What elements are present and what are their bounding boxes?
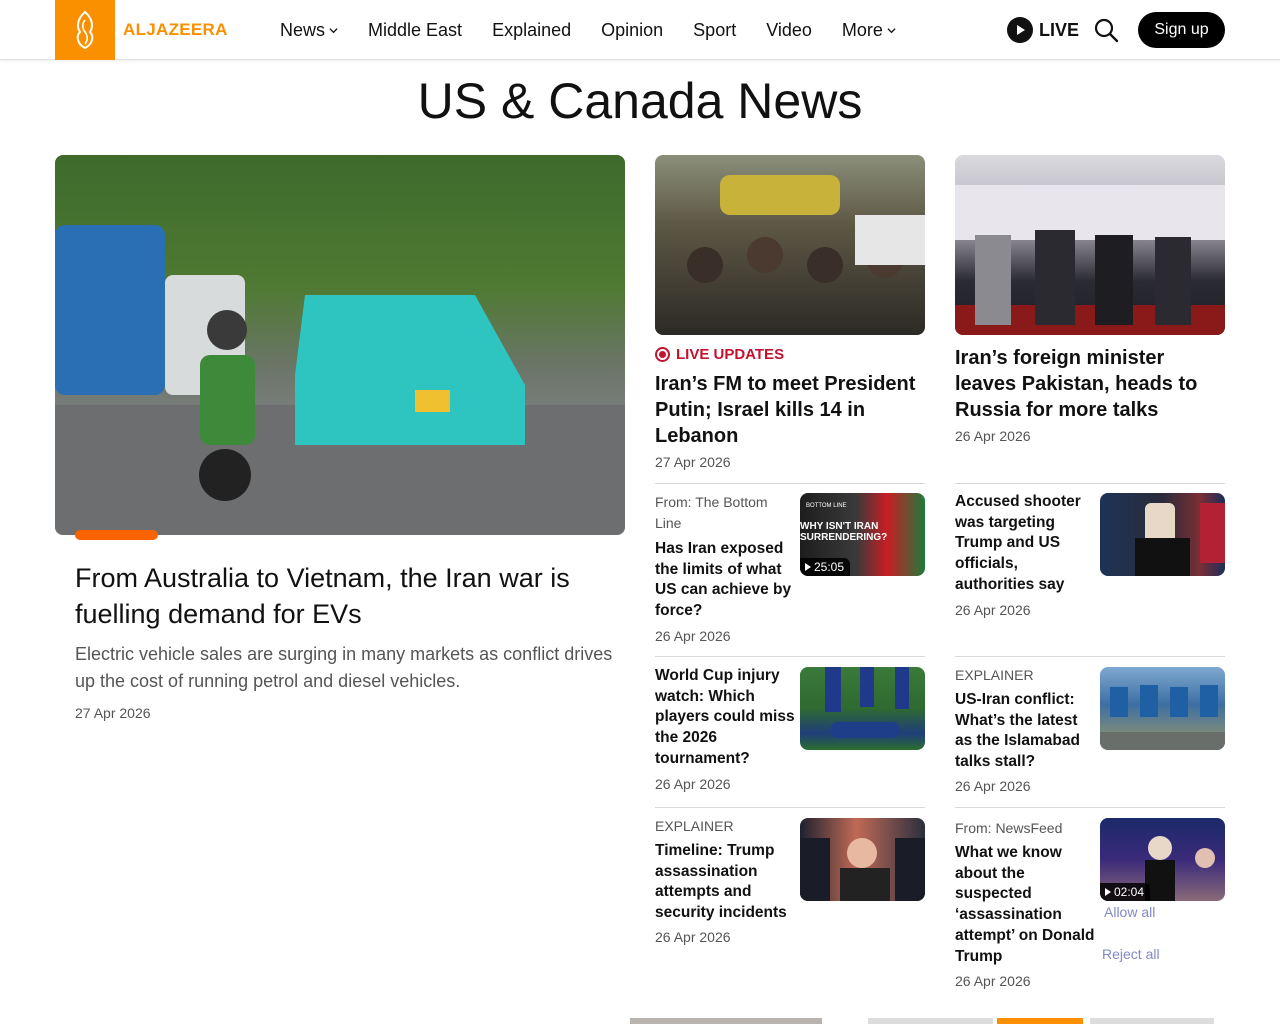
chevron-down-icon: [887, 27, 896, 33]
thumb-illustration: [825, 667, 909, 738]
nav-item-label: Middle East: [368, 19, 463, 40]
video-duration: 02:04: [1114, 885, 1145, 899]
card-image-iran-fm[interactable]: [655, 155, 925, 335]
card-title[interactable]: Timeline: Trump assassination attempts a…: [655, 841, 795, 924]
next-section-image: [630, 1018, 822, 1024]
card-title[interactable]: World Cup injury watch: Which players co…: [655, 666, 795, 770]
nav-item-opinion[interactable]: Opinion: [601, 20, 663, 41]
card-kicker: EXPLAINER: [955, 667, 1034, 683]
divider: [655, 483, 925, 484]
divider: [955, 656, 1225, 657]
card-illustration: [955, 185, 1225, 335]
search-icon[interactable]: [1093, 17, 1119, 43]
nav-item-explained[interactable]: Explained: [492, 20, 571, 41]
cookie-allow-all-button[interactable]: Allow all: [1104, 904, 1155, 920]
main-nav: News Middle East Explained Opinion Sport…: [280, 0, 926, 60]
logo-mark-icon: [55, 0, 115, 60]
nav-item-label: News: [280, 19, 326, 40]
nav-item-sport[interactable]: Sport: [693, 20, 736, 41]
card-date: 26 Apr 2026: [655, 929, 731, 945]
hero-accent-bar: [75, 530, 158, 540]
divider: [655, 807, 925, 808]
nav-item-label: More: [841, 19, 883, 40]
video-duration-badge: 02:04: [1100, 883, 1151, 901]
live-dot-icon: [655, 347, 670, 362]
nav-item-label: Opinion: [601, 19, 664, 40]
signup-button[interactable]: Sign up: [1138, 12, 1225, 48]
play-icon: [805, 563, 811, 571]
card-kicker: EXPLAINER: [655, 818, 734, 834]
card-date: 26 Apr 2026: [955, 602, 1031, 618]
nav-item-label: Sport: [693, 19, 737, 40]
divider: [655, 656, 925, 657]
thumb-text: WHY ISN'T IRAN SURRENDERING?: [800, 521, 888, 543]
thumb-illustration: [800, 838, 925, 901]
live-updates-tag: LIVE UPDATES: [655, 346, 784, 363]
card-title[interactable]: Iran’s foreign minister leaves Pakistan,…: [955, 345, 1225, 423]
card-illustration: [687, 175, 925, 283]
hero-image[interactable]: [55, 155, 625, 535]
site-logo[interactable]: ALJAZEERA: [55, 0, 228, 60]
play-icon: [1007, 17, 1033, 43]
video-duration: 25:05: [814, 560, 845, 574]
card-thumbnail[interactable]: [1100, 667, 1225, 750]
chevron-down-icon: [329, 27, 338, 33]
nav-item-label: Video: [766, 19, 812, 40]
nav-item-video[interactable]: Video: [766, 20, 812, 41]
video-thumbnail[interactable]: BOTTOM LINE WHY ISN'T IRAN SURRENDERING?…: [800, 493, 925, 576]
video-duration-badge: 25:05: [800, 558, 851, 576]
card-title[interactable]: What we know about the suspected ‘assass…: [955, 843, 1095, 967]
page-title: US & Canada News: [417, 73, 863, 129]
next-section-image: [868, 1018, 993, 1024]
site-header: ALJAZEERA News Middle East Explained Opi…: [0, 0, 1280, 60]
card-thumbnail[interactable]: [800, 667, 925, 750]
card-kicker[interactable]: From: The Bottom Line: [655, 492, 795, 534]
hero-date: 27 Apr 2026: [75, 705, 151, 721]
card-kicker[interactable]: From: NewsFeed: [955, 818, 1095, 839]
card-title[interactable]: Accused shooter was targeting Trump and …: [955, 492, 1090, 596]
next-section-image: [1090, 1018, 1214, 1024]
video-thumbnail[interactable]: 02:04: [1100, 818, 1225, 901]
card-date: 26 Apr 2026: [955, 778, 1031, 794]
next-section-accent: [997, 1018, 1083, 1024]
hero-title[interactable]: From Australia to Vietnam, the Iran war …: [75, 560, 615, 632]
hero-description: Electric vehicle sales are surging in ma…: [75, 644, 613, 691]
card-title[interactable]: Has Iran exposed the limits of what US c…: [655, 539, 795, 622]
thumb-badge: BOTTOM LINE: [806, 503, 847, 509]
thumb-illustration: [1100, 685, 1225, 750]
card-image-iran-minister[interactable]: [955, 155, 1225, 335]
divider: [955, 807, 1225, 808]
live-updates-label: LIVE UPDATES: [676, 346, 785, 363]
nav-item-news[interactable]: News: [280, 20, 338, 41]
card-title[interactable]: Iran’s FM to meet President Putin; Israe…: [655, 371, 925, 449]
card-date: 26 Apr 2026: [955, 973, 1031, 989]
live-label: LIVE: [1039, 19, 1080, 40]
logo-text: ALJAZEERA: [123, 20, 228, 39]
card-date: 26 Apr 2026: [655, 776, 731, 792]
card-thumbnail[interactable]: [1100, 493, 1225, 576]
nav-item-middle-east[interactable]: Middle East: [368, 20, 462, 41]
card-date: 26 Apr 2026: [955, 428, 1031, 444]
hero-illustration: [55, 225, 625, 535]
card-date: 26 Apr 2026: [655, 628, 731, 644]
play-icon: [1105, 888, 1111, 896]
divider: [955, 483, 1225, 484]
nav-item-label: Explained: [492, 19, 572, 40]
cookie-reject-all-button[interactable]: Reject all: [1102, 946, 1160, 962]
card-title[interactable]: US-Iran conflict: What’s the latest as t…: [955, 690, 1095, 773]
live-button[interactable]: LIVE: [1007, 17, 1079, 43]
nav-item-more[interactable]: More: [842, 20, 896, 41]
card-date: 27 Apr 2026: [655, 454, 731, 470]
card-thumbnail[interactable]: [800, 818, 925, 901]
thumb-illustration: [1135, 503, 1225, 576]
